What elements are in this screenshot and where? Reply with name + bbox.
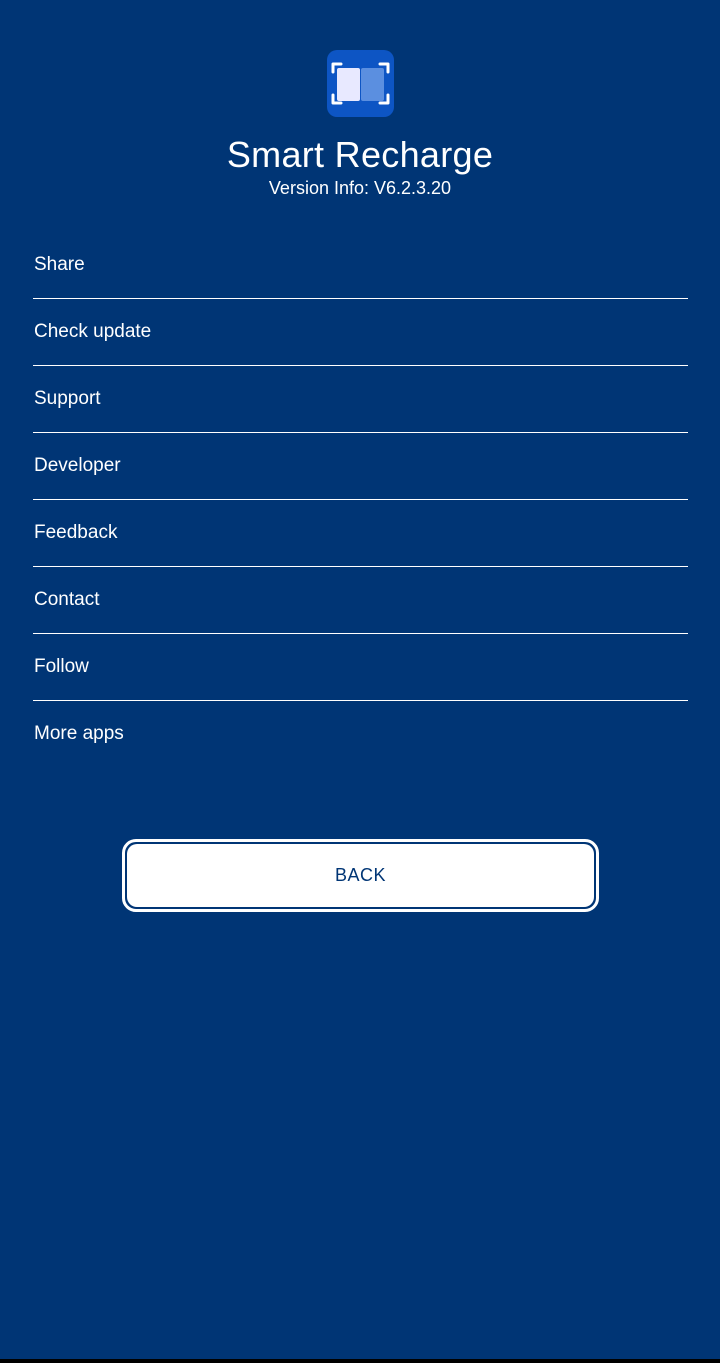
menu-item-label: Follow — [34, 656, 89, 677]
menu-item-label: Share — [34, 254, 85, 275]
menu-item-feedback[interactable]: Feedback — [33, 500, 688, 567]
system-nav-bar — [0, 1359, 720, 1363]
menu-item-label: Feedback — [34, 522, 118, 543]
app-name: Smart Recharge — [226, 134, 494, 175]
menu-item-label: Developer — [34, 455, 121, 476]
back-button-label: BACK — [334, 865, 387, 885]
version-info: Version Info: V6.2.3.20 — [268, 178, 452, 198]
menu-item-label: More apps — [34, 723, 124, 744]
back-button-frame: BACK — [122, 839, 599, 912]
menu-item-follow[interactable]: Follow — [33, 634, 688, 701]
about-menu: Share Check update Support Developer Fee… — [33, 232, 688, 767]
menu-item-share[interactable]: Share — [33, 232, 688, 299]
menu-item-label: Check update — [34, 321, 152, 342]
menu-item-check-update[interactable]: Check update — [33, 299, 688, 366]
menu-item-support[interactable]: Support — [33, 366, 688, 433]
app-logo-icon — [327, 50, 394, 117]
menu-item-label: Contact — [34, 589, 100, 610]
menu-item-more-apps[interactable]: More apps — [33, 701, 688, 767]
back-button[interactable]: BACK — [127, 844, 594, 907]
menu-item-developer[interactable]: Developer — [33, 433, 688, 500]
menu-item-label: Support — [34, 388, 101, 409]
menu-item-contact[interactable]: Contact — [33, 567, 688, 634]
scan-card-icon — [331, 62, 390, 105]
